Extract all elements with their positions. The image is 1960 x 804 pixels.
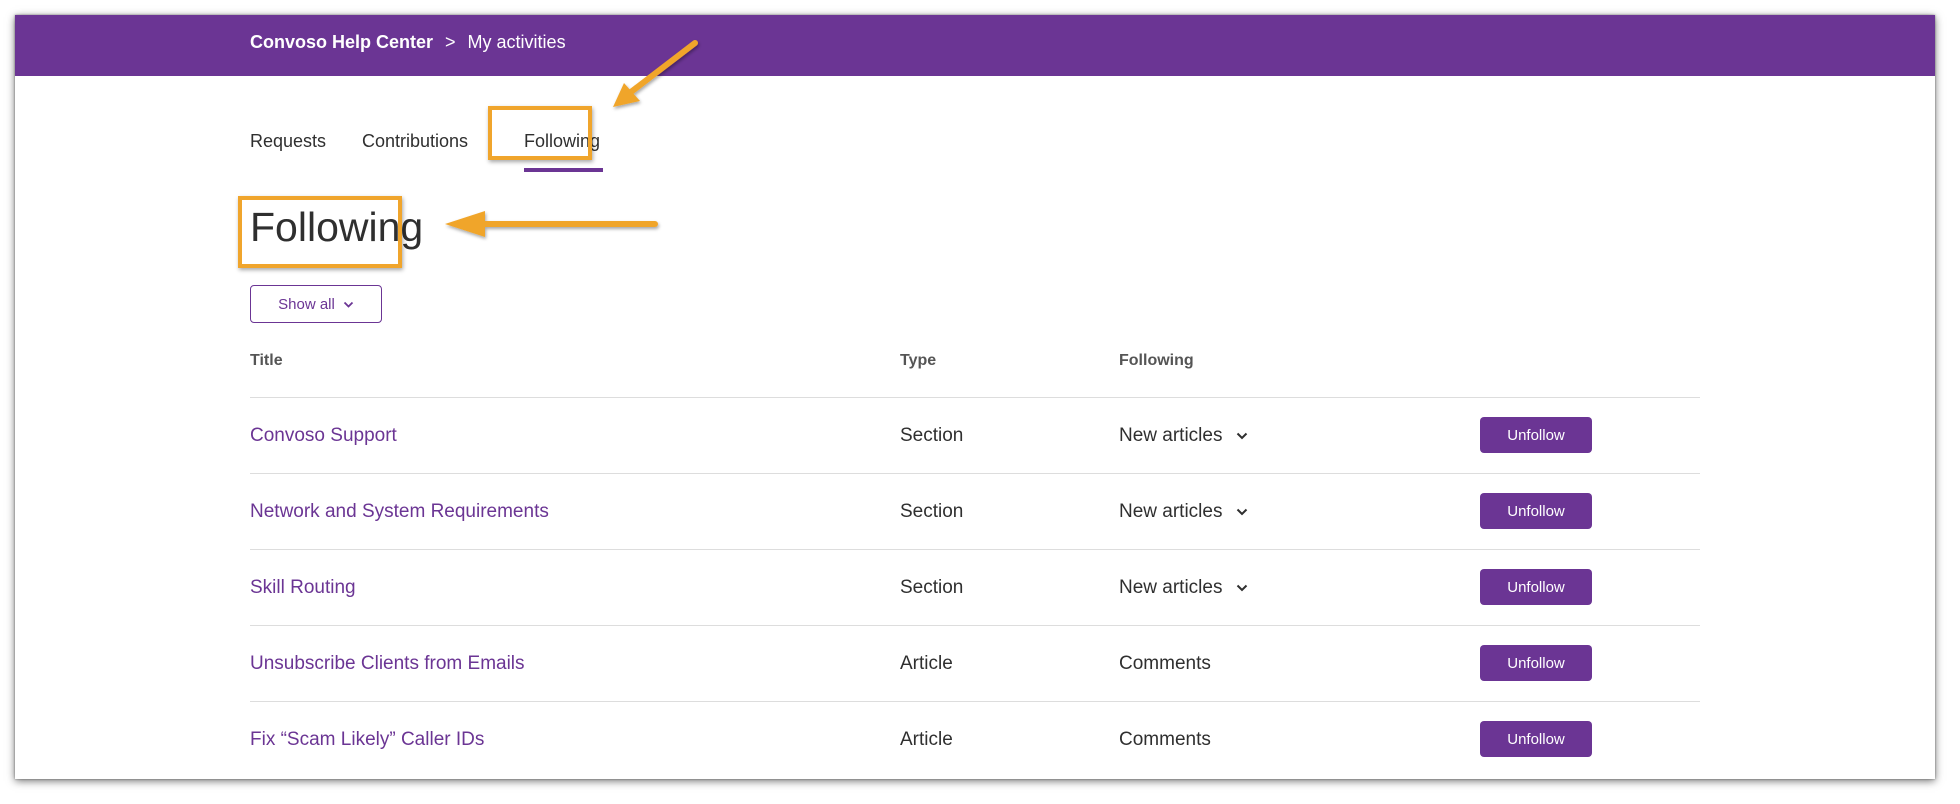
following-value: New articles (1119, 501, 1223, 522)
item-type: Section (900, 577, 964, 598)
item-title-link[interactable]: Fix “Scam Likely” Caller IDs (250, 729, 484, 751)
breadcrumb-separator: > (445, 32, 456, 52)
item-title-link[interactable]: Skill Routing (250, 577, 356, 599)
chevron-down-icon (1237, 508, 1248, 516)
unfollow-button[interactable]: Unfollow (1480, 493, 1592, 529)
chevron-down-icon (343, 296, 354, 313)
item-title-link[interactable]: Network and System Requirements (250, 501, 549, 523)
item-type: Section (900, 501, 964, 522)
page-frame: Convoso Help Center > My activities Reques… (15, 15, 1935, 779)
top-header-bar: Convoso Help Center > My activities (15, 15, 1935, 76)
following-value: New articles (1119, 577, 1223, 598)
table-row: Network and System Requirements Section … (250, 473, 1700, 549)
breadcrumb-home-link[interactable]: Convoso Help Center (250, 32, 433, 52)
unfollow-button[interactable]: Unfollow (1480, 569, 1592, 605)
item-title-link[interactable]: Unsubscribe Clients from Emails (250, 653, 525, 675)
annotation-highlight-title (238, 196, 402, 268)
tab-requests[interactable]: Requests (250, 131, 326, 152)
annotation-highlight-tab (488, 106, 592, 160)
breadcrumb-current[interactable]: My activities (468, 32, 566, 52)
following-value: New articles (1119, 425, 1223, 446)
item-title-link[interactable]: Convoso Support (250, 425, 397, 447)
following-dropdown[interactable]: New articles (1119, 425, 1248, 447)
chevron-down-icon (1237, 584, 1248, 592)
item-type: Article (900, 653, 953, 674)
annotation-arrow-to-title (445, 211, 658, 237)
column-header-title: Title (250, 352, 283, 369)
table-row: Unsubscribe Clients from Emails Article … (250, 625, 1700, 701)
table-row: Fix “Scam Likely” Caller IDs Article Com… (250, 701, 1700, 777)
unfollow-button[interactable]: Unfollow (1480, 417, 1592, 453)
chevron-down-icon (1237, 432, 1248, 440)
following-value: Comments (1119, 729, 1211, 750)
active-tab-indicator (524, 168, 603, 172)
unfollow-button[interactable]: Unfollow (1480, 721, 1592, 757)
breadcrumb: Convoso Help Center > My activities (250, 32, 566, 53)
following-value: Comments (1119, 653, 1211, 674)
table-row: Convoso Support Section New articles Unf… (250, 397, 1700, 473)
item-type: Article (900, 729, 953, 750)
tab-contributions[interactable]: Contributions (362, 131, 468, 152)
unfollow-button[interactable]: Unfollow (1480, 645, 1592, 681)
column-header-type: Type (900, 352, 937, 369)
item-type: Section (900, 425, 964, 446)
following-dropdown[interactable]: New articles (1119, 577, 1248, 599)
show-all-label: Show all (278, 295, 335, 313)
table-row: Skill Routing Section New articles Unfol… (250, 549, 1700, 625)
column-header-following: Following (1119, 352, 1194, 369)
show-all-filter-button[interactable]: Show all (250, 285, 382, 323)
following-dropdown[interactable]: New articles (1119, 501, 1248, 523)
